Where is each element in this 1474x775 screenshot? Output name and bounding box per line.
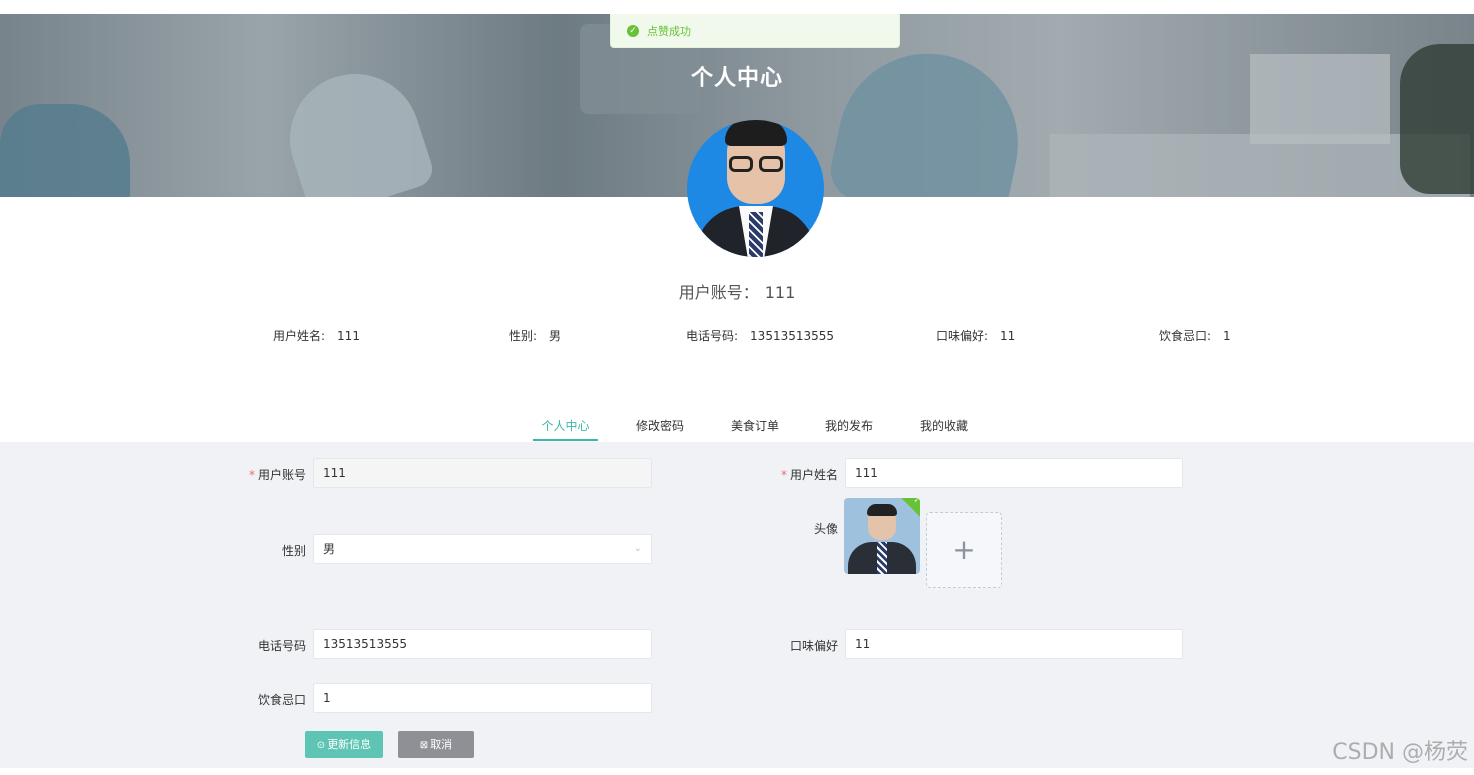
required-mark: *	[780, 468, 787, 482]
phone-field[interactable]: 13513513555	[313, 629, 652, 659]
profile-form	[0, 442, 1474, 768]
info-value: 男	[549, 329, 562, 343]
account-field-label: * 用户账号	[240, 466, 306, 483]
info-label: 电话号码:	[686, 329, 739, 343]
account-value: 111	[764, 283, 796, 302]
page: 个人中心 ✓ 点赞成功 用户账号： 111 用户姓名: 111 性别: 男 电话号码:…	[0, 0, 1474, 775]
upload-success-badge: ✓	[900, 498, 920, 518]
check-icon: ✓	[913, 498, 920, 505]
cancel-button[interactable]: ⊠ 取消	[398, 731, 474, 758]
check-circle-icon: ✓	[627, 24, 639, 37]
tab-profile[interactable]: 个人中心	[533, 413, 598, 441]
account-label: 用户账号：	[678, 283, 759, 302]
gender-field-label: 性别	[281, 544, 306, 558]
taboo-field[interactable]: 1	[313, 683, 652, 713]
toast-message: 点赞成功	[647, 24, 691, 38]
info-label: 用户姓名:	[273, 329, 326, 343]
avatar-upload-button[interactable]: +	[926, 512, 1002, 588]
success-toast: ✓ 点赞成功	[610, 14, 900, 48]
avatar-glasses	[727, 156, 785, 172]
taste-field-label: 口味偏好	[789, 639, 838, 653]
info-phone: 电话号码: 13513513555	[686, 327, 834, 344]
thumb-tie	[877, 542, 887, 574]
required-mark: *	[248, 468, 255, 482]
taste-field[interactable]: 11	[845, 629, 1183, 659]
info-gender: 性别: 男	[509, 327, 561, 344]
info-taste: 口味偏好: 11	[936, 327, 1015, 344]
info-value: 111	[337, 329, 360, 343]
tab-food-orders[interactable]: 美食订单	[723, 413, 787, 441]
info-label: 性别:	[509, 329, 538, 343]
name-field[interactable]: 111	[845, 458, 1183, 488]
avatar-hair	[725, 120, 787, 146]
tab-change-password[interactable]: 修改密码	[628, 413, 692, 441]
update-button-label: 更新信息	[327, 738, 372, 751]
name-field-label: * 用户姓名	[772, 466, 838, 483]
label-text: 用户姓名	[789, 468, 838, 482]
info-value: 11	[1000, 329, 1016, 343]
info-taboo: 饮食忌口: 1	[1159, 327, 1231, 344]
account-field[interactable]: 111	[313, 458, 652, 488]
avatar-tie	[749, 212, 763, 257]
taboo-field-label: 饮食忌口	[257, 693, 306, 707]
tab-my-posts[interactable]: 我的发布	[817, 413, 881, 441]
info-value: 13513513555	[750, 329, 835, 343]
info-name: 用户姓名: 111	[273, 327, 360, 344]
tab-bar: 个人中心 修改密码 美食订单 我的发布 我的收藏	[0, 413, 1474, 443]
tab-my-favorites[interactable]: 我的收藏	[912, 413, 976, 441]
gender-select-value: 男	[323, 542, 336, 556]
update-info-button[interactable]: ⊙ 更新信息	[305, 731, 383, 758]
watermark: CSDN @杨荧	[1332, 740, 1468, 765]
close-square-icon: ⊠	[419, 740, 429, 751]
check-circle-icon: ⊙	[316, 740, 326, 751]
info-label: 饮食忌口:	[1159, 329, 1212, 343]
gender-select[interactable]: 男 ⌄	[313, 534, 652, 564]
phone-field-label: 电话号码	[257, 639, 306, 653]
info-value: 1	[1223, 329, 1231, 343]
avatar-field-label: 头像	[813, 522, 838, 536]
chevron-down-icon: ⌄	[633, 543, 642, 554]
avatar-thumbnail[interactable]: ✓	[844, 498, 920, 574]
cancel-button-label: 取消	[430, 738, 453, 751]
account-summary: 用户账号： 111	[0, 279, 1474, 303]
info-label: 口味偏好:	[936, 329, 989, 343]
top-strip	[0, 0, 1474, 14]
label-text: 用户账号	[257, 468, 306, 482]
avatar	[687, 120, 824, 257]
thumb-hair	[867, 504, 897, 516]
page-title: 个人中心	[690, 66, 783, 91]
